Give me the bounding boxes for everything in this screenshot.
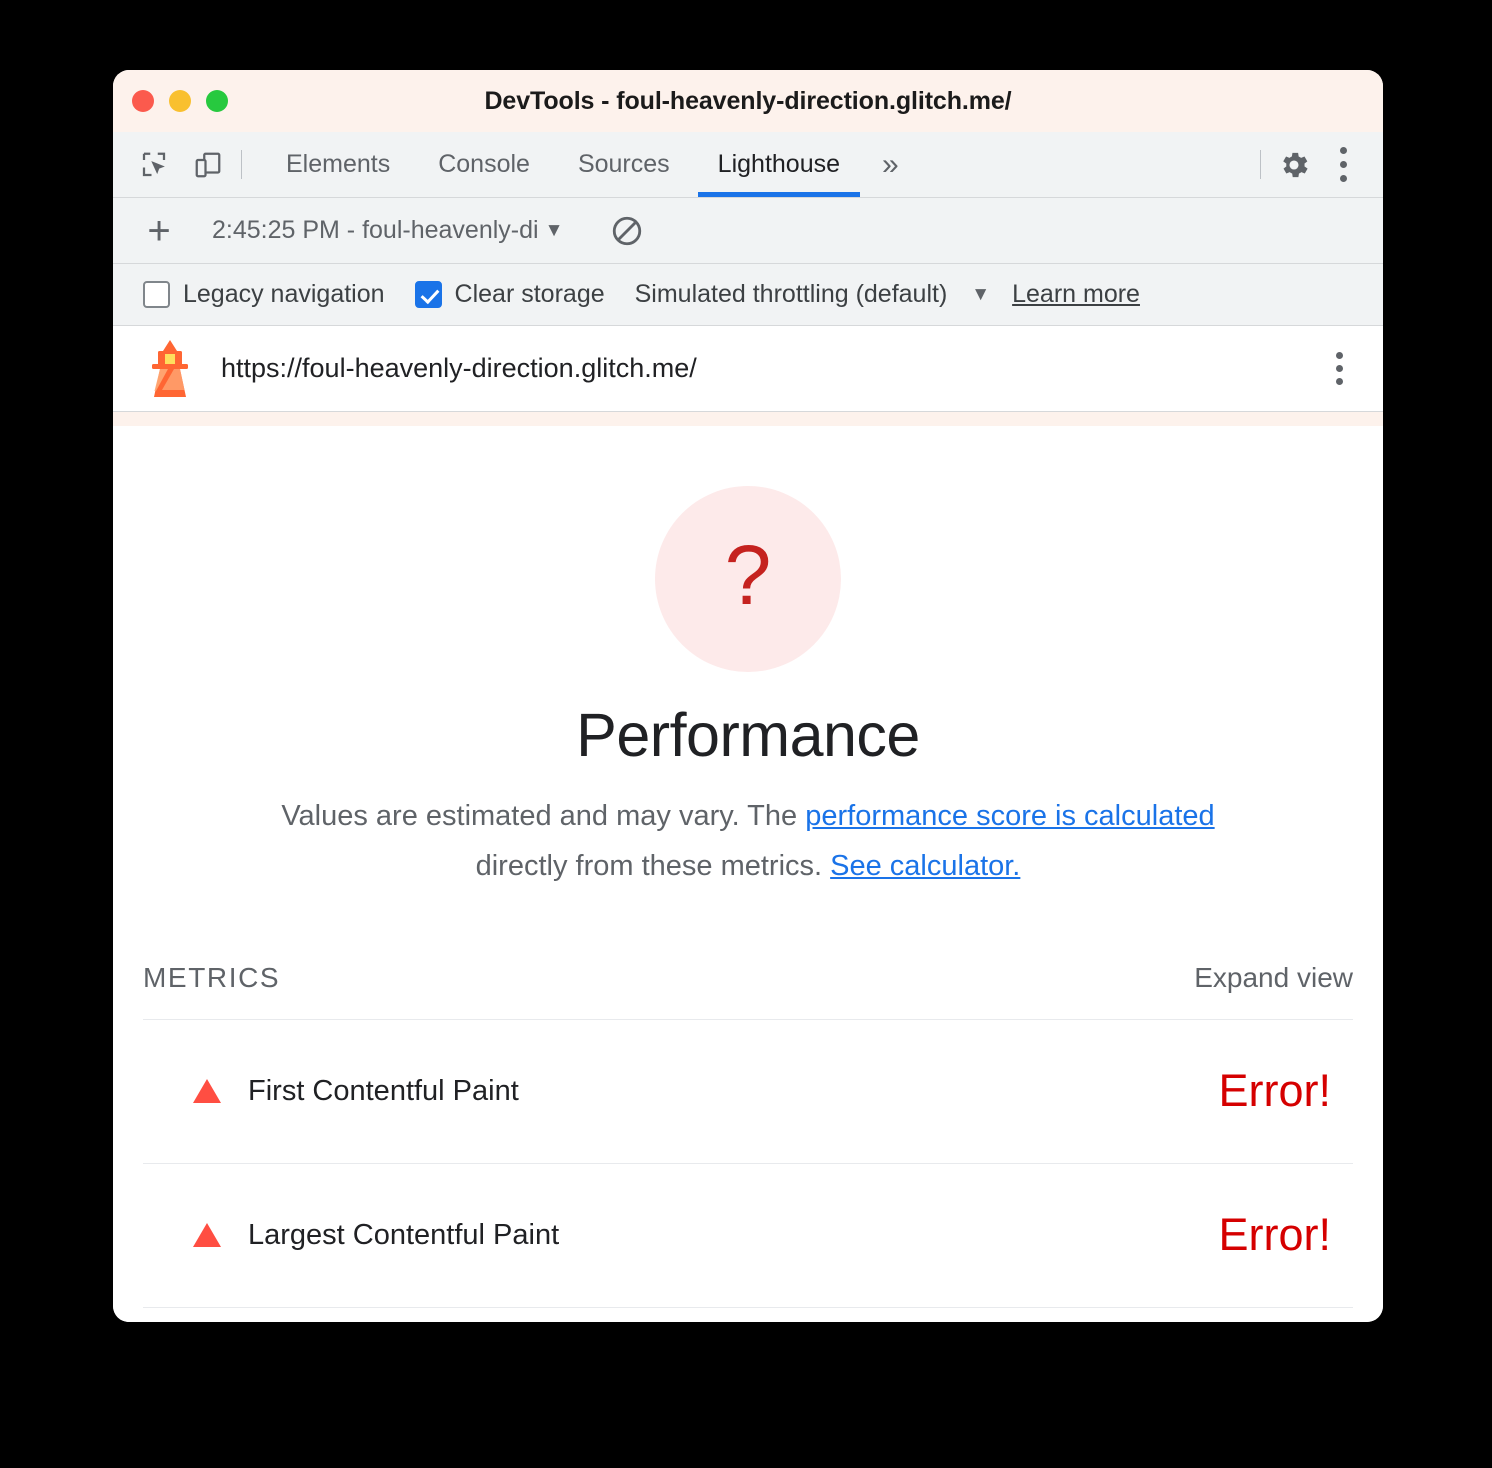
run-selector-dropdown[interactable]: 2:45:25 PM - foul-heavenly-di ▼	[212, 216, 563, 245]
table-row[interactable]: First Contentful Paint Error!	[143, 1020, 1353, 1164]
learn-more-link[interactable]: Learn more	[1012, 280, 1140, 309]
window-title: DevTools - foul-heavenly-direction.glitc…	[484, 86, 1012, 115]
metric-name: Largest Contentful Paint	[248, 1218, 560, 1251]
chevron-down-icon: ▼	[544, 219, 564, 241]
device-toolbar-icon[interactable]	[189, 146, 227, 184]
legacy-navigation-checkbox[interactable]: Legacy navigation	[143, 280, 385, 309]
gear-icon[interactable]	[1275, 146, 1313, 184]
expand-view-toggle[interactable]: Expand view	[1194, 962, 1353, 994]
minimize-window-button[interactable]	[169, 90, 191, 112]
maximize-window-button[interactable]	[206, 90, 228, 112]
category-description: Values are estimated and may vary. The p…	[113, 792, 1383, 892]
description-part-1: Values are estimated and may vary. The	[281, 800, 806, 832]
metrics-section-title: METRICS	[143, 961, 281, 993]
run-selector-value: 2:45:25 PM - foul-heavenly-di	[212, 216, 539, 244]
metric-name: First Contentful Paint	[248, 1074, 519, 1107]
metric-value: Error!	[1218, 1065, 1332, 1117]
legacy-navigation-label: Legacy navigation	[183, 280, 385, 308]
report-urlbar: https://foul-heavenly-direction.glitch.m…	[113, 326, 1383, 412]
checkbox-box-unchecked	[143, 281, 170, 308]
lighthouse-logo-icon	[141, 338, 199, 400]
more-tabs-icon[interactable]: »	[864, 132, 917, 197]
checkbox-box-checked	[414, 281, 442, 308]
report-topbar-accent	[113, 412, 1383, 426]
throttling-label: Simulated throttling (default)	[634, 280, 948, 308]
metric-value: Error!	[1218, 1209, 1332, 1261]
clear-storage-checkbox[interactable]: Clear storage	[414, 280, 605, 309]
window-controls	[132, 70, 228, 132]
metrics-header-row: METRICS Expand view	[143, 962, 1353, 1020]
report-menu-kebab-icon[interactable]	[1317, 345, 1361, 393]
kebab-menu-icon[interactable]	[1323, 141, 1363, 189]
tab-sources[interactable]: Sources	[554, 132, 694, 197]
page-title: Performance	[576, 701, 920, 769]
lighthouse-settings-strip: Legacy navigation Clear storage Simulate…	[113, 264, 1383, 326]
lighthouse-report: ? Performance Values are estimated and m…	[113, 426, 1383, 1322]
devtools-tabbar: Elements Console Sources Lighthouse »	[113, 132, 1383, 198]
close-window-button[interactable]	[132, 90, 154, 112]
tabbar-right-icons	[1275, 132, 1383, 197]
devtools-window: DevTools - foul-heavenly-direction.glitc…	[113, 70, 1383, 1322]
triangle-fail-icon	[193, 1079, 221, 1104]
see-calculator-link[interactable]: See calculator.	[830, 850, 1020, 882]
lighthouse-toolbar: + 2:45:25 PM - foul-heavenly-di ▼	[113, 198, 1383, 264]
tab-elements[interactable]: Elements	[262, 132, 414, 197]
question-mark-icon: ?	[724, 528, 772, 622]
performance-score-link[interactable]: performance score is calculated	[805, 800, 1214, 832]
tabbar-left-icons	[113, 132, 227, 197]
tab-lighthouse[interactable]: Lighthouse	[694, 132, 864, 197]
performance-score-gauge[interactable]: ?	[655, 486, 841, 672]
table-row[interactable]: Largest Contentful Paint Error!	[143, 1164, 1353, 1308]
devtools-tabs: Elements Console Sources Lighthouse »	[256, 132, 1246, 197]
new-audit-button[interactable]: +	[139, 211, 179, 251]
report-url: https://foul-heavenly-direction.glitch.m…	[221, 353, 697, 383]
tab-console[interactable]: Console	[414, 132, 554, 197]
inspect-element-icon[interactable]	[135, 146, 173, 184]
tabbar-right-divider	[1260, 150, 1261, 179]
score-gauge-wrapper: ?	[113, 426, 1383, 672]
triangle-fail-icon	[193, 1223, 221, 1248]
tabbar-divider	[241, 150, 242, 179]
window-titlebar: DevTools - foul-heavenly-direction.glitc…	[113, 70, 1383, 132]
clear-storage-label: Clear storage	[454, 280, 605, 308]
clear-results-button[interactable]	[605, 209, 649, 253]
chevron-down-icon-throttling: ▼	[971, 283, 991, 305]
description-part-2: directly from these metrics.	[475, 849, 831, 882]
throttling-dropdown[interactable]: Simulated throttling (default) ▼	[635, 280, 990, 309]
